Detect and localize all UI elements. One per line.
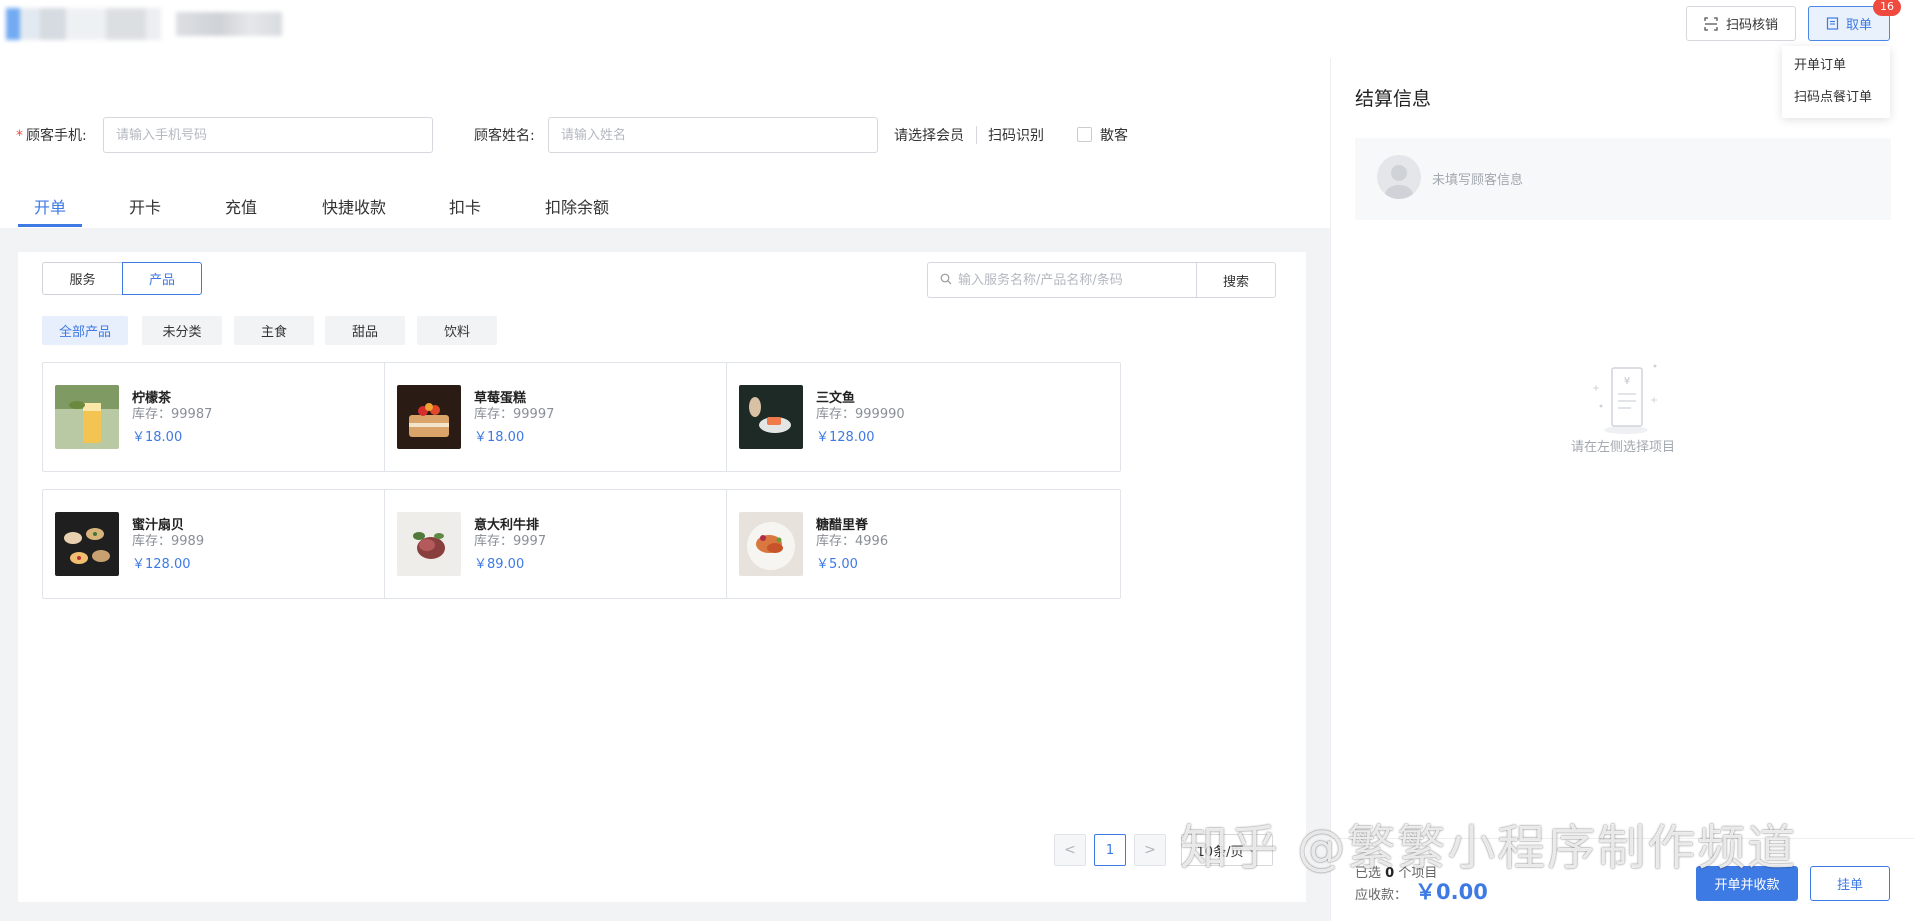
product-stock: 库存：9997 (474, 534, 547, 549)
product-card[interactable]: 三文鱼 库存：999990 ￥128.00 (726, 362, 1121, 472)
hold-order-button[interactable]: 挂单 (1810, 866, 1890, 901)
customer-form: *顾客手机: 顾客姓名: 请选择会员 扫码识别 散客 开单 开卡 充值 快捷收款… (0, 58, 1330, 228)
walk-in-checkbox[interactable] (1077, 127, 1092, 142)
segment-product[interactable]: 产品 (122, 262, 202, 295)
dropdown-item-open-orders[interactable]: 开单订单 (1782, 50, 1890, 82)
chevron-down-icon (1249, 848, 1256, 853)
product-image (55, 385, 119, 449)
order-count-badge: 16 (1873, 0, 1901, 16)
page-size-select[interactable]: 10条/页 (1181, 834, 1273, 866)
search-icon (940, 273, 952, 285)
left-panel: *顾客手机: 顾客姓名: 请选择会员 扫码识别 散客 开单 开卡 充值 快捷收款… (0, 58, 1330, 921)
segment-service[interactable]: 服务 (42, 262, 122, 295)
product-panel: 服务 产品 搜索 全部产品 未分类 主食 甜品 饮料 柠檬茶 库存 (18, 252, 1306, 902)
product-price: ￥89.00 (474, 557, 525, 572)
select-member-link[interactable]: 请选择会员 (894, 125, 964, 145)
search-input[interactable] (958, 263, 1192, 297)
product-price: ￥18.00 (474, 430, 525, 445)
product-card[interactable]: 糖醋里脊 库存：4996 ￥5.00 (726, 489, 1121, 599)
dropdown-item-scan-orders[interactable]: 扫码点餐订单 (1782, 82, 1890, 114)
product-card[interactable]: 蜜汁扇贝 库存：9989 ￥128.00 (42, 489, 437, 599)
checkout-title: 结算信息 (1355, 88, 1432, 110)
current-page[interactable]: 1 (1094, 834, 1126, 866)
logo (6, 8, 161, 40)
next-page-button[interactable]: > (1134, 834, 1166, 866)
empty-list-icon: ¥ (1593, 364, 1657, 434)
product-stock: 库存：99987 (132, 407, 213, 422)
tab-quick-pay[interactable]: 快捷收款 (322, 194, 386, 218)
walk-in-label: 散客 (1100, 128, 1128, 144)
empty-hint: 请在左侧选择项目 (1570, 440, 1675, 455)
category-dessert[interactable]: 甜品 (325, 316, 405, 345)
svg-text:¥: ¥ (1624, 376, 1630, 387)
search-field (927, 262, 1196, 298)
tab-recharge[interactable]: 充值 (225, 194, 257, 218)
product-stock: 库存：999990 (816, 407, 905, 422)
product-image (739, 512, 803, 576)
product-stock: 库存：4996 (816, 534, 889, 549)
product-card[interactable]: 意大利牛排 库存：9997 ￥89.00 (384, 489, 779, 599)
top-bar: 扫码核销 取单 16 (0, 0, 1914, 58)
product-price: ￥128.00 (132, 557, 191, 572)
product-card[interactable]: 草莓蛋糕 库存：99997 ￥18.00 (384, 362, 779, 472)
product-price: ￥18.00 (132, 430, 183, 445)
tab-open-order[interactable]: 开单 (34, 194, 66, 218)
category-all[interactable]: 全部产品 (42, 316, 128, 345)
order-icon (1826, 17, 1839, 30)
tab-deduct-balance[interactable]: 扣除余额 (545, 194, 609, 218)
tab-deduct-card[interactable]: 扣卡 (449, 194, 481, 218)
category-drinks[interactable]: 饮料 (417, 316, 497, 345)
no-customer-text: 未填写顾客信息 (1432, 173, 1524, 188)
scan-verify-button[interactable]: 扫码核销 (1686, 6, 1796, 41)
tab-open-card[interactable]: 开卡 (129, 194, 161, 218)
store-name (176, 12, 282, 36)
active-tab-indicator (18, 224, 82, 227)
product-card[interactable]: 柠檬茶 库存：99987 ￥18.00 (42, 362, 437, 472)
divider (976, 126, 977, 144)
product-price: ￥5.00 (816, 557, 858, 572)
scan-verify-label: 扫码核销 (1725, 18, 1778, 33)
phone-label: * 顾客手机: (16, 128, 87, 144)
product-stock: 库存：99997 (474, 407, 555, 422)
page-size-value: 10条/页 (1196, 844, 1244, 860)
avatar (1377, 155, 1421, 199)
due-amount: ￥0.00 (1415, 880, 1488, 904)
selected-count: 0 (1385, 866, 1395, 881)
customer-info-box: 未填写顾客信息 (1355, 138, 1891, 220)
prev-page-button[interactable]: < (1054, 834, 1086, 866)
take-order-label: 取单 (1845, 18, 1872, 33)
product-image (55, 512, 119, 576)
checkout-panel: 结算信息 未填写顾客信息 ¥ 请在左侧选择项目 已选 0 个项目 应收款： ￥0… (1330, 58, 1914, 921)
due-label: 应收款： (1355, 888, 1408, 903)
product-image (397, 385, 461, 449)
phone-input[interactable] (103, 117, 433, 153)
open-and-pay-button[interactable]: 开单并收款 (1696, 866, 1798, 901)
scan-icon (1704, 16, 1718, 31)
search-button[interactable]: 搜索 (1196, 262, 1276, 298)
product-image (739, 385, 803, 449)
product-price: ￥128.00 (816, 430, 875, 445)
category-uncategorized[interactable]: 未分类 (142, 316, 222, 345)
name-label: 顾客姓名: (474, 128, 535, 144)
product-stock: 库存：9989 (132, 534, 205, 549)
category-staple[interactable]: 主食 (234, 316, 314, 345)
take-order-dropdown: 开单订单 扫码点餐订单 (1782, 46, 1890, 118)
name-input[interactable] (548, 117, 878, 153)
scan-identify-link[interactable]: 扫码识别 (988, 125, 1044, 145)
product-image (397, 512, 461, 576)
